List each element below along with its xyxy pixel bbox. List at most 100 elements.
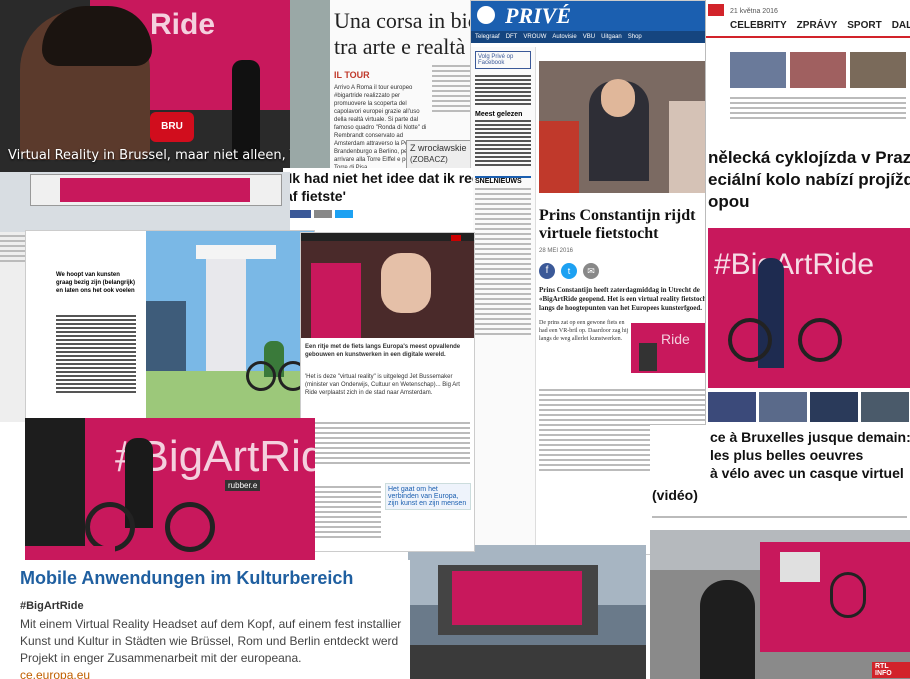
prive-share: f t ✉	[539, 263, 599, 279]
person-right	[232, 60, 260, 160]
share-button[interactable]	[314, 210, 332, 218]
czech-thumb[interactable]	[730, 52, 786, 88]
prive-nav-item[interactable]: Uitgaan	[601, 31, 622, 43]
german-hashtag: #BigArtRide	[20, 600, 84, 612]
czech-headline-1: nělecká cyklojízda v Praze.	[708, 148, 910, 167]
czech-nav-item[interactable]: ZPRÁVY	[797, 20, 838, 31]
clip-wroclaw: Z wrocławskie (ZOBACZ)	[406, 140, 476, 170]
rtl-stage	[760, 542, 910, 652]
prive-sidebar: Volg Privé op Facebook Meest gelezen SNE…	[471, 47, 536, 554]
clip-czech: 21 května 2016 CELEBRITY ZPRÁVY SPORT DA…	[705, 0, 910, 430]
prive-lead: Prins Constantijn heeft zaterdagmiddag i…	[539, 286, 709, 312]
prive-nav-item[interactable]: Telegraaf	[475, 31, 500, 43]
clip-truck	[0, 172, 290, 232]
prive-most-read: Meest gelezen	[475, 111, 523, 118]
czech-red-rule	[706, 36, 910, 38]
wroclaw-caption: Z wrocławskie	[410, 143, 467, 153]
rtl-logo: RTL INFO	[872, 662, 910, 678]
prive-fb-label: Volg Privé op Facebook	[478, 54, 514, 66]
czech-hashtag: #BigArtRide	[714, 248, 875, 281]
facebook-share-icon[interactable]: f	[539, 263, 555, 279]
prive-fb-widget[interactable]: Volg Privé op Facebook	[475, 51, 531, 69]
czech-strip-thumb[interactable]	[861, 392, 909, 422]
prive-photo	[539, 61, 711, 193]
prive-logo-icon	[477, 6, 495, 24]
tower-graphic	[206, 251, 246, 371]
corsa-section: IL TOUR	[334, 70, 370, 80]
german-body: Mit einem Virtual Reality Headset auf de…	[20, 617, 402, 665]
prive-nav-item[interactable]: Shop	[628, 31, 642, 43]
nl-body: 'Het is deze "virtual reality" is uitgel…	[305, 374, 460, 396]
interviewee-hair	[42, 6, 152, 66]
microphone: BRU	[150, 112, 194, 142]
czech-flag-icon	[708, 4, 724, 16]
stage-banner-text: Ride	[150, 8, 216, 41]
czech-strip-thumb[interactable]	[708, 392, 756, 422]
clip-bigartride: #BigArtRide rubber.e	[25, 418, 315, 566]
clip-rtl: RTL INFO	[650, 530, 910, 679]
rtl-person	[700, 580, 755, 679]
french-headline-2: les plus belles oeuvres	[710, 447, 864, 463]
german-headline: Mobile Anwendungen im Kulturbereich	[20, 568, 354, 588]
corsa-side-column	[432, 62, 472, 115]
clip-vr-brussel: Ride BRU Virtual Reality in Brussel, maa…	[0, 0, 295, 172]
czech-thumb-strip	[708, 392, 909, 422]
prive-nav-item[interactable]: DFT	[506, 31, 518, 43]
nl-video-play-icon[interactable]	[451, 235, 461, 241]
prive-headline: Prins Constantijn rijdt virtuele fietsto…	[539, 207, 696, 242]
czech-nav-item[interactable]: DALŠÍ	[892, 20, 910, 31]
video-caption: Virtual Reality in Brussel, maar niet al…	[8, 148, 295, 163]
prive-nav-item[interactable]: Autovisie	[552, 31, 576, 43]
share-button[interactable]	[335, 210, 353, 218]
german-link[interactable]: ce.europa.eu	[20, 668, 90, 679]
prive-nav-item[interactable]: VBU	[583, 31, 595, 43]
clip-left-edge	[0, 232, 25, 422]
french-headline-3: à vélo avec un casque virtuel	[710, 465, 904, 481]
nl-quote: Het gaat om het verbinden van Europa, zi…	[385, 483, 471, 510]
bike-wheel-back	[165, 502, 215, 552]
twitter-share-icon[interactable]: t	[561, 263, 577, 279]
czech-nav: CELEBRITY ZPRÁVY SPORT DALŠÍ	[730, 20, 910, 31]
czech-nav-item[interactable]: SPORT	[847, 20, 881, 31]
nl-body-bold: Een ritje met de fiets langs Europa's me…	[305, 344, 461, 358]
nl-video[interactable]	[301, 233, 474, 338]
corsa-photo-left	[290, 0, 330, 175]
corsa-headline-1: Una corsa in bic	[334, 8, 475, 33]
prive-nav: Telegraaf DFT VROUW Autovisie VBU Uitgaa…	[471, 31, 714, 43]
prive-brand: PRIVÉ	[505, 3, 572, 28]
czech-nav-item[interactable]: CELEBRITY	[730, 20, 787, 31]
czech-headline-2: eciální kolo nabízí projížďku	[708, 170, 910, 189]
fietste-headline-2: af fietste'	[285, 188, 346, 204]
clip-french: ce à Bruxelles jusque demain: les plus b…	[650, 425, 910, 530]
mic-logo: BRU	[161, 121, 183, 132]
prive-date: 28 MEI 2016	[539, 248, 574, 254]
czech-headline-3: opou	[708, 192, 750, 211]
clip-fietste: 'Ik had niet het idee dat ik recht af fi…	[283, 168, 473, 236]
prive-nav-item[interactable]: VROUW	[523, 31, 546, 43]
french-video-label: (vidéo)	[652, 487, 698, 503]
clip-stage-photo	[408, 545, 646, 679]
fietste-headline-1: 'Ik had niet het idee dat ik recht	[285, 170, 473, 186]
bike-wheel-front	[85, 502, 135, 552]
czech-thumbs	[730, 52, 906, 88]
czech-strip-thumb[interactable]	[759, 392, 807, 422]
email-share-icon[interactable]: ✉	[583, 263, 599, 279]
czech-date: 21 května 2016	[730, 8, 778, 15]
prive-body: De prins zat op een gewone fiets en had …	[539, 320, 629, 342]
illus-sidebar-title: We hoopt van kunsten graag bezig zijn (b…	[56, 272, 136, 294]
prive-header: PRIVÉ	[471, 1, 714, 31]
corsa-headline-2: tra arte e realtà	[334, 34, 466, 59]
czech-thumb[interactable]	[850, 52, 906, 88]
french-headline-1: ce à Bruxelles jusque demain:	[710, 429, 910, 445]
czech-thumb[interactable]	[790, 52, 846, 88]
fietste-share	[285, 210, 353, 218]
clip-nl-article: Een ritje met de fiets langs Europa's me…	[300, 232, 475, 552]
illus-text-lines	[56, 313, 136, 395]
czech-photo: #BigArtRide	[708, 228, 910, 388]
prive-snelnieuws: SNELNIEUWS	[475, 176, 531, 185]
czech-strip-thumb[interactable]	[810, 392, 858, 422]
clip-illustration: We hoopt van kunsten graag bezig zijn (b…	[25, 230, 315, 420]
illus-graphic	[146, 231, 314, 419]
bigartride-logo: rubber.e	[225, 480, 261, 491]
prive-inline-photo: Ride	[631, 323, 709, 373]
